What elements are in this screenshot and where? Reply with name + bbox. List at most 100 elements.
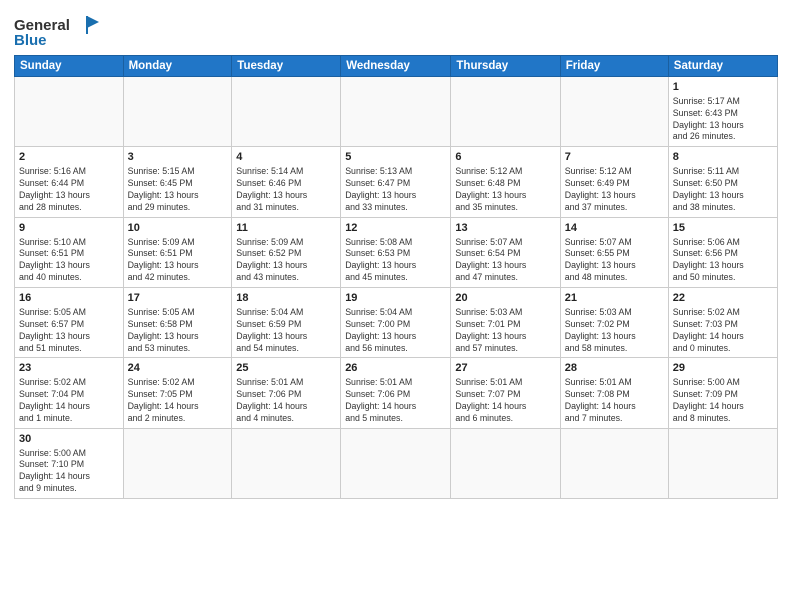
calendar-cell: 1Sunrise: 5:17 AM Sunset: 6:43 PM Daylig… — [668, 77, 777, 147]
day-info: Sunrise: 5:03 AM Sunset: 7:02 PM Dayligh… — [565, 307, 664, 355]
day-number: 3 — [128, 150, 228, 165]
day-number: 7 — [565, 150, 664, 165]
calendar-cell: 4Sunrise: 5:14 AM Sunset: 6:46 PM Daylig… — [232, 147, 341, 217]
day-number: 22 — [673, 291, 773, 306]
day-info: Sunrise: 5:13 AM Sunset: 6:47 PM Dayligh… — [345, 166, 446, 214]
day-info: Sunrise: 5:06 AM Sunset: 6:56 PM Dayligh… — [673, 237, 773, 285]
day-number: 19 — [345, 291, 446, 306]
day-info: Sunrise: 5:01 AM Sunset: 7:06 PM Dayligh… — [236, 377, 336, 425]
calendar-cell: 27Sunrise: 5:01 AM Sunset: 7:07 PM Dayli… — [451, 358, 560, 428]
week-row-5: 30Sunrise: 5:00 AM Sunset: 7:10 PM Dayli… — [15, 428, 778, 498]
weekday-header-sunday: Sunday — [15, 56, 124, 77]
day-info: Sunrise: 5:02 AM Sunset: 7:03 PM Dayligh… — [673, 307, 773, 355]
calendar-cell — [560, 428, 668, 498]
day-info: Sunrise: 5:00 AM Sunset: 7:09 PM Dayligh… — [673, 377, 773, 425]
calendar-cell: 8Sunrise: 5:11 AM Sunset: 6:50 PM Daylig… — [668, 147, 777, 217]
day-info: Sunrise: 5:01 AM Sunset: 7:06 PM Dayligh… — [345, 377, 446, 425]
day-number: 11 — [236, 221, 336, 236]
day-number: 5 — [345, 150, 446, 165]
calendar-cell: 20Sunrise: 5:03 AM Sunset: 7:01 PM Dayli… — [451, 288, 560, 358]
day-info: Sunrise: 5:12 AM Sunset: 6:49 PM Dayligh… — [565, 166, 664, 214]
logo-icon — [73, 14, 101, 36]
day-number: 14 — [565, 221, 664, 236]
calendar-cell: 21Sunrise: 5:03 AM Sunset: 7:02 PM Dayli… — [560, 288, 668, 358]
day-info: Sunrise: 5:16 AM Sunset: 6:44 PM Dayligh… — [19, 166, 119, 214]
calendar-cell: 28Sunrise: 5:01 AM Sunset: 7:08 PM Dayli… — [560, 358, 668, 428]
weekday-header-wednesday: Wednesday — [341, 56, 451, 77]
calendar-cell — [341, 77, 451, 147]
calendar-cell — [123, 428, 232, 498]
day-number: 2 — [19, 150, 119, 165]
day-number: 4 — [236, 150, 336, 165]
day-info: Sunrise: 5:12 AM Sunset: 6:48 PM Dayligh… — [455, 166, 555, 214]
calendar-cell: 29Sunrise: 5:00 AM Sunset: 7:09 PM Dayli… — [668, 358, 777, 428]
day-number: 27 — [455, 361, 555, 376]
calendar-cell: 9Sunrise: 5:10 AM Sunset: 6:51 PM Daylig… — [15, 217, 124, 287]
day-info: Sunrise: 5:15 AM Sunset: 6:45 PM Dayligh… — [128, 166, 228, 214]
weekday-header-saturday: Saturday — [668, 56, 777, 77]
day-number: 6 — [455, 150, 555, 165]
day-number: 16 — [19, 291, 119, 306]
calendar-cell — [341, 428, 451, 498]
day-info: Sunrise: 5:00 AM Sunset: 7:10 PM Dayligh… — [19, 448, 119, 496]
day-number: 12 — [345, 221, 446, 236]
calendar-cell — [668, 428, 777, 498]
header: General Blue — [14, 10, 778, 49]
calendar-cell: 2Sunrise: 5:16 AM Sunset: 6:44 PM Daylig… — [15, 147, 124, 217]
calendar-cell: 11Sunrise: 5:09 AM Sunset: 6:52 PM Dayli… — [232, 217, 341, 287]
day-number: 18 — [236, 291, 336, 306]
day-info: Sunrise: 5:01 AM Sunset: 7:08 PM Dayligh… — [565, 377, 664, 425]
calendar-cell: 25Sunrise: 5:01 AM Sunset: 7:06 PM Dayli… — [232, 358, 341, 428]
day-number: 17 — [128, 291, 228, 306]
day-info: Sunrise: 5:11 AM Sunset: 6:50 PM Dayligh… — [673, 166, 773, 214]
day-info: Sunrise: 5:02 AM Sunset: 7:05 PM Dayligh… — [128, 377, 228, 425]
logo-blue-text: Blue — [14, 32, 47, 49]
day-number: 23 — [19, 361, 119, 376]
day-info: Sunrise: 5:17 AM Sunset: 6:43 PM Dayligh… — [673, 96, 773, 144]
calendar: SundayMondayTuesdayWednesdayThursdayFrid… — [14, 55, 778, 499]
calendar-cell: 14Sunrise: 5:07 AM Sunset: 6:55 PM Dayli… — [560, 217, 668, 287]
calendar-cell: 23Sunrise: 5:02 AM Sunset: 7:04 PM Dayli… — [15, 358, 124, 428]
calendar-cell: 18Sunrise: 5:04 AM Sunset: 6:59 PM Dayli… — [232, 288, 341, 358]
weekday-header-friday: Friday — [560, 56, 668, 77]
day-info: Sunrise: 5:03 AM Sunset: 7:01 PM Dayligh… — [455, 307, 555, 355]
calendar-cell: 19Sunrise: 5:04 AM Sunset: 7:00 PM Dayli… — [341, 288, 451, 358]
calendar-cell — [451, 428, 560, 498]
logo-text: General — [14, 18, 70, 33]
day-info: Sunrise: 5:07 AM Sunset: 6:54 PM Dayligh… — [455, 237, 555, 285]
day-info: Sunrise: 5:08 AM Sunset: 6:53 PM Dayligh… — [345, 237, 446, 285]
day-info: Sunrise: 5:05 AM Sunset: 6:58 PM Dayligh… — [128, 307, 228, 355]
day-number: 24 — [128, 361, 228, 376]
calendar-cell: 12Sunrise: 5:08 AM Sunset: 6:53 PM Dayli… — [341, 217, 451, 287]
week-row-1: 2Sunrise: 5:16 AM Sunset: 6:44 PM Daylig… — [15, 147, 778, 217]
day-info: Sunrise: 5:04 AM Sunset: 6:59 PM Dayligh… — [236, 307, 336, 355]
weekday-header-row: SundayMondayTuesdayWednesdayThursdayFrid… — [15, 56, 778, 77]
day-number: 20 — [455, 291, 555, 306]
calendar-cell — [232, 428, 341, 498]
week-row-2: 9Sunrise: 5:10 AM Sunset: 6:51 PM Daylig… — [15, 217, 778, 287]
calendar-cell: 3Sunrise: 5:15 AM Sunset: 6:45 PM Daylig… — [123, 147, 232, 217]
page: General Blue SundayMondayTuesdayWednesda… — [0, 0, 792, 612]
day-info: Sunrise: 5:07 AM Sunset: 6:55 PM Dayligh… — [565, 237, 664, 285]
day-number: 25 — [236, 361, 336, 376]
day-number: 13 — [455, 221, 555, 236]
day-number: 1 — [673, 80, 773, 95]
day-number: 15 — [673, 221, 773, 236]
calendar-cell: 10Sunrise: 5:09 AM Sunset: 6:51 PM Dayli… — [123, 217, 232, 287]
weekday-header-tuesday: Tuesday — [232, 56, 341, 77]
week-row-0: 1Sunrise: 5:17 AM Sunset: 6:43 PM Daylig… — [15, 77, 778, 147]
calendar-cell: 13Sunrise: 5:07 AM Sunset: 6:54 PM Dayli… — [451, 217, 560, 287]
calendar-cell — [123, 77, 232, 147]
day-number: 26 — [345, 361, 446, 376]
calendar-cell: 15Sunrise: 5:06 AM Sunset: 6:56 PM Dayli… — [668, 217, 777, 287]
day-number: 28 — [565, 361, 664, 376]
weekday-header-monday: Monday — [123, 56, 232, 77]
calendar-cell: 7Sunrise: 5:12 AM Sunset: 6:49 PM Daylig… — [560, 147, 668, 217]
day-info: Sunrise: 5:09 AM Sunset: 6:51 PM Dayligh… — [128, 237, 228, 285]
calendar-cell: 26Sunrise: 5:01 AM Sunset: 7:06 PM Dayli… — [341, 358, 451, 428]
calendar-cell: 22Sunrise: 5:02 AM Sunset: 7:03 PM Dayli… — [668, 288, 777, 358]
calendar-cell: 24Sunrise: 5:02 AM Sunset: 7:05 PM Dayli… — [123, 358, 232, 428]
day-info: Sunrise: 5:04 AM Sunset: 7:00 PM Dayligh… — [345, 307, 446, 355]
day-info: Sunrise: 5:14 AM Sunset: 6:46 PM Dayligh… — [236, 166, 336, 214]
day-info: Sunrise: 5:05 AM Sunset: 6:57 PM Dayligh… — [19, 307, 119, 355]
